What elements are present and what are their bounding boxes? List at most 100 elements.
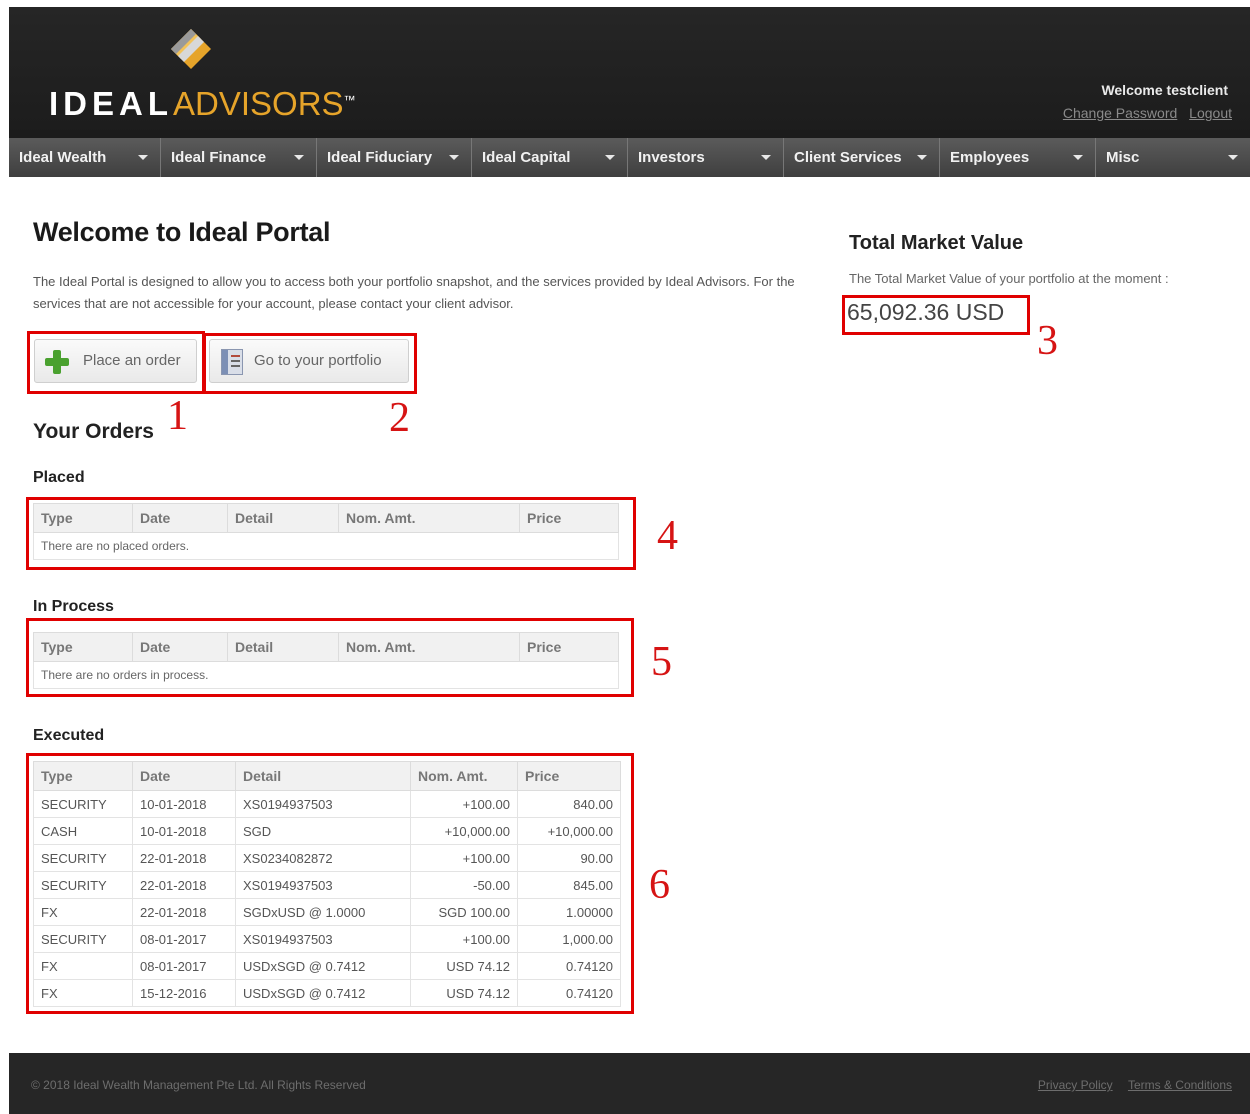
cell-price: 840.00 — [517, 790, 621, 818]
cell-detail: XS0194937503 — [235, 871, 411, 899]
market-value-amount: 65,092.36 USD — [847, 299, 1005, 325]
privacy-policy-link[interactable]: Privacy Policy — [1038, 1078, 1113, 1092]
column-header: Date — [132, 503, 228, 533]
caret-down-icon — [294, 155, 304, 160]
placed-orders-table: Type Date Detail Nom. Amt. Price There a… — [33, 503, 619, 560]
cell-detail: XS0194937503 — [235, 790, 411, 818]
cell-date: 22-01-2018 — [132, 871, 236, 899]
cell-nom-amt: +100.00 — [410, 844, 518, 872]
place-order-button[interactable]: Place an order — [34, 339, 197, 383]
column-header: Detail — [235, 761, 411, 791]
cell-date: 08-01-2017 — [132, 925, 236, 953]
cell-date: 22-01-2018 — [132, 844, 236, 872]
column-header: Type — [33, 632, 133, 662]
logo-diamond-icon — [171, 29, 211, 69]
nav-item-client-services[interactable]: Client Services — [784, 138, 940, 177]
table-header-row: Type Date Detail Nom. Amt. Price — [33, 632, 619, 662]
caret-down-icon — [1073, 155, 1083, 160]
caret-down-icon — [605, 155, 615, 160]
column-header: Nom. Amt. — [338, 632, 520, 662]
cell-type: CASH — [33, 817, 133, 845]
nav-item-label: Ideal Fiduciary — [327, 149, 433, 166]
empty-message: There are no orders in process. — [33, 661, 619, 689]
nav-item-label: Ideal Capital — [482, 149, 571, 166]
annotation-label-1: 1 — [167, 393, 188, 439]
portfolio-button[interactable]: Go to your portfolio — [209, 339, 409, 383]
cell-nom-amt: SGD 100.00 — [410, 898, 518, 926]
annotation-label-4: 4 — [657, 513, 678, 559]
logo-trademark: ™ — [343, 93, 358, 107]
in-process-heading: In Process — [33, 598, 114, 615]
logout-link[interactable]: Logout — [1189, 105, 1232, 121]
column-header: Detail — [227, 503, 339, 533]
table-row: There are no placed orders. — [33, 532, 619, 560]
cell-date: 15-12-2016 — [132, 979, 236, 1007]
column-header: Date — [132, 761, 236, 791]
cell-date: 10-01-2018 — [132, 790, 236, 818]
cell-detail: XS0194937503 — [235, 925, 411, 953]
table-row: CASH 10-01-2018 SGD +10,000.00 +10,000.0… — [33, 817, 621, 845]
plus-icon — [45, 350, 69, 374]
nav-item-ideal-wealth[interactable]: Ideal Wealth — [9, 138, 161, 177]
nav-item-label: Ideal Wealth — [19, 149, 107, 166]
orders-heading: Your Orders — [33, 420, 154, 443]
nav-item-ideal-finance[interactable]: Ideal Finance — [161, 138, 317, 177]
column-header: Nom. Amt. — [410, 761, 518, 791]
executed-heading: Executed — [33, 727, 105, 744]
table-row: SECURITY 08-01-2017 XS0194937503 +100.00… — [33, 925, 621, 953]
market-value-description: The Total Market Value of your portfolio… — [849, 271, 1169, 286]
cell-price: 0.74120 — [517, 979, 621, 1007]
nav-item-investors[interactable]: Investors — [628, 138, 784, 177]
market-value-title: Total Market Value — [849, 232, 1024, 254]
table-row: SECURITY 10-01-2018 XS0194937503 +100.00… — [33, 790, 621, 818]
logo[interactable]: IDEALADVISORS™ — [49, 86, 358, 122]
cell-date: 08-01-2017 — [132, 952, 236, 980]
annotation-label-5: 5 — [651, 639, 672, 685]
cell-nom-amt: USD 74.12 — [410, 979, 518, 1007]
cell-price: 845.00 — [517, 871, 621, 899]
column-header: Detail — [227, 632, 339, 662]
terms-conditions-link[interactable]: Terms & Conditions — [1128, 1078, 1232, 1092]
cell-date: 10-01-2018 — [132, 817, 236, 845]
cell-price: 1,000.00 — [517, 925, 621, 953]
caret-down-icon — [917, 155, 927, 160]
logo-ideal-text: IDEAL — [49, 85, 173, 122]
annotation-label-3: 3 — [1037, 318, 1058, 364]
column-header: Price — [519, 503, 619, 533]
intro-text: The Ideal Portal is designed to allow yo… — [33, 274, 795, 311]
column-header: Price — [517, 761, 621, 791]
cell-type: FX — [33, 979, 133, 1007]
column-header: Date — [132, 632, 228, 662]
footer-links: Privacy Policy Terms & Conditions — [1026, 1078, 1232, 1092]
column-header: Type — [33, 761, 133, 791]
cell-nom-amt: +10,000.00 — [410, 817, 518, 845]
cell-detail: USDxSGD @ 0.7412 — [235, 952, 411, 980]
table-row: FX 15-12-2016 USDxSGD @ 0.7412 USD 74.12… — [33, 979, 621, 1007]
nav-item-label: Ideal Finance — [171, 149, 267, 166]
caret-down-icon — [138, 155, 148, 160]
nav-item-ideal-capital[interactable]: Ideal Capital — [472, 138, 628, 177]
caret-down-icon — [1228, 155, 1238, 160]
cell-price: +10,000.00 — [517, 817, 621, 845]
cell-type: FX — [33, 952, 133, 980]
nav-item-employees[interactable]: Employees — [940, 138, 1096, 177]
table-row: There are no orders in process. — [33, 661, 619, 689]
cell-nom-amt: USD 74.12 — [410, 952, 518, 980]
cell-type: SECURITY — [33, 844, 133, 872]
change-password-link[interactable]: Change Password — [1063, 105, 1177, 121]
nav-item-label: Client Services — [794, 149, 902, 166]
cell-type: SECURITY — [33, 871, 133, 899]
cell-nom-amt: -50.00 — [410, 871, 518, 899]
nav-item-misc[interactable]: Misc — [1096, 138, 1250, 177]
nav-item-label: Investors — [638, 149, 705, 166]
nav-item-ideal-fiduciary[interactable]: Ideal Fiduciary — [317, 138, 472, 177]
cell-detail: USDxSGD @ 0.7412 — [235, 979, 411, 1007]
portfolio-label: Go to your portfolio — [254, 352, 382, 369]
table-row: FX 22-01-2018 SGDxUSD @ 1.0000 SGD 100.0… — [33, 898, 621, 926]
welcome-text: Welcome testclient — [1101, 82, 1228, 98]
caret-down-icon — [449, 155, 459, 160]
header-links: Change Password Logout — [1055, 105, 1232, 121]
table-row: SECURITY 22-01-2018 XS0234082872 +100.00… — [33, 844, 621, 872]
place-order-label: Place an order — [83, 352, 181, 369]
column-header: Type — [33, 503, 133, 533]
